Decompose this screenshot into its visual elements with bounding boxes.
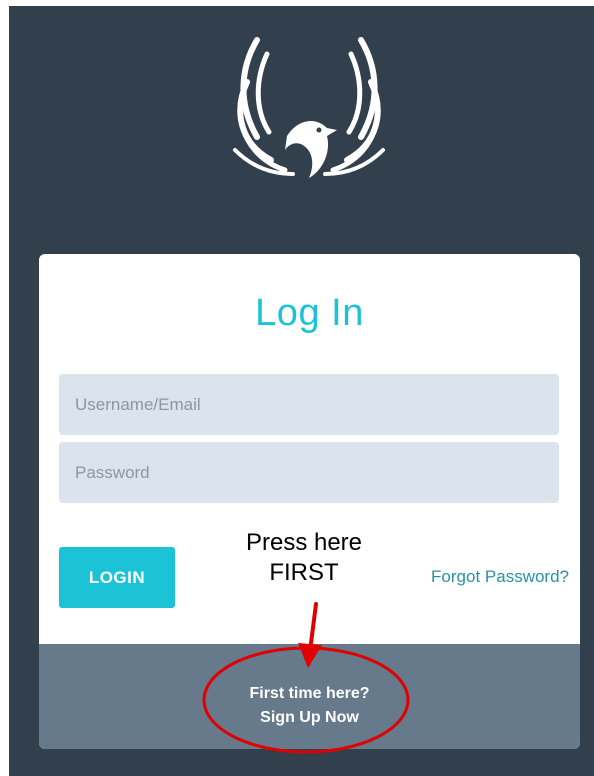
phoenix-logo-icon [233, 37, 385, 178]
annotation-text: Press here FIRST [229, 528, 379, 588]
login-button[interactable]: LOGIN [59, 547, 175, 608]
page-title: Log In [255, 292, 364, 334]
signup-line-1: First time here? [249, 685, 370, 702]
username-input[interactable] [59, 374, 559, 435]
signup-link[interactable]: First time here? Sign Up Now [39, 682, 580, 730]
annotation-line-1: Press here [245, 529, 363, 556]
forgot-password-link[interactable]: Forgot Password? [431, 567, 569, 587]
signup-line-2: Sign Up Now [260, 709, 359, 726]
password-input[interactable] [59, 442, 559, 503]
login-page: Log In LOGIN Forgot Password? Press here… [9, 6, 594, 776]
annotation-line-2: FIRST [269, 559, 339, 586]
login-card: Log In LOGIN Forgot Password? Press here… [39, 254, 580, 749]
